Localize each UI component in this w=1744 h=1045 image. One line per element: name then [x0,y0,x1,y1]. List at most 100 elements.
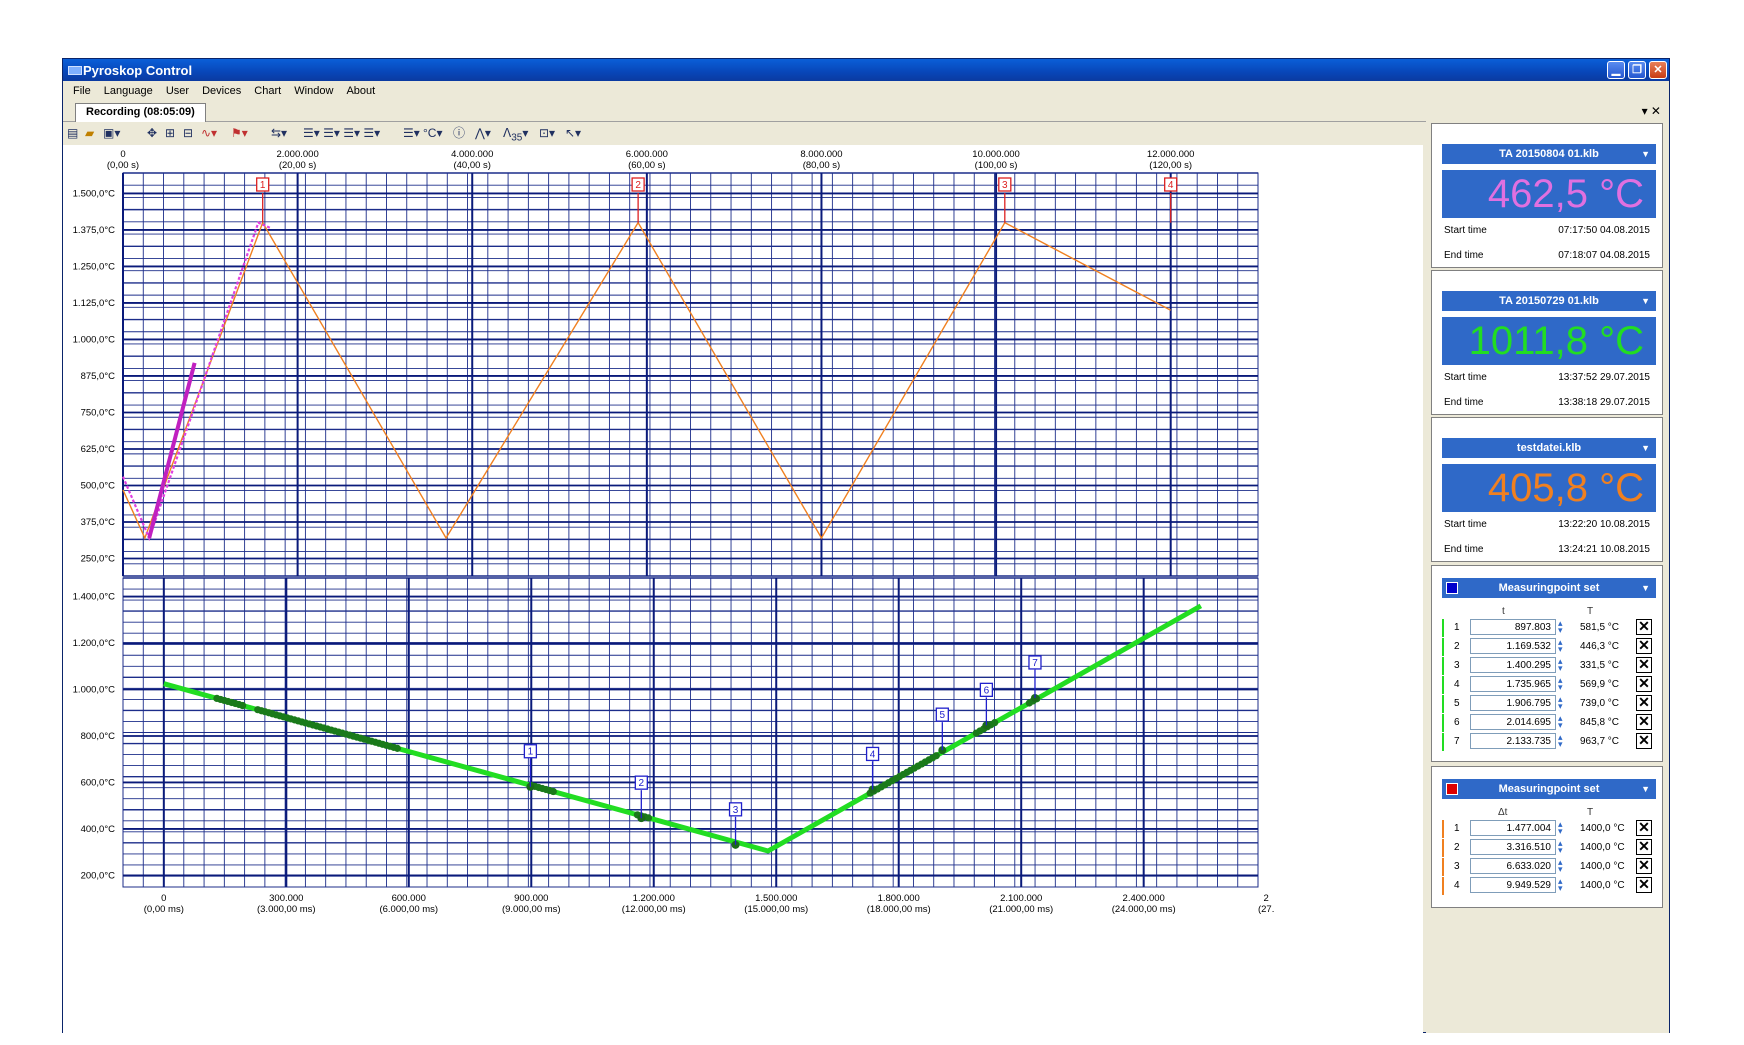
cursor-icon[interactable]: ↖▾ [565,125,581,141]
file-selector-1[interactable]: TA 20150804 01.klb ▼ [1442,144,1656,164]
spinner-icon[interactable]: ▴ ▾ [1558,858,1569,874]
curve-icon[interactable]: ∿▾ [201,125,217,141]
remove-icon[interactable]: ✕ [1636,676,1652,692]
bottom-data-point [644,814,653,822]
move-icon[interactable]: ✥ [147,125,157,141]
time-input[interactable]: 1.477.004 [1470,820,1556,836]
series-color-bar [1442,839,1444,857]
spinner-icon[interactable]: ▴ ▾ [1558,877,1569,893]
menu-about[interactable]: About [346,85,375,97]
mset-1-col-T: T [1587,606,1594,617]
time-input[interactable]: 9.949.529 [1470,877,1556,893]
remove-icon[interactable]: ✕ [1636,733,1652,749]
bottom-y-tick-label: 1.200,0°C [73,638,115,649]
unit-icon[interactable]: °C▾ [423,125,443,141]
export-icon[interactable]: ▣▾ [103,125,120,141]
spinner-icon[interactable]: ▴ ▾ [1558,695,1569,711]
axis-icon[interactable]: ⇆▾ [271,125,287,141]
menu-window[interactable]: Window [294,85,333,97]
row-index: 7 [1454,736,1460,747]
chart-canvas[interactable]: 0(0,00 s)2.000.000(20,00 s)4.000.000(40,… [63,145,1423,1033]
start-label-1: Start time [1444,225,1487,236]
bottom-y-tick-label: 1.000,0°C [73,685,115,696]
zoom-icon[interactable]: ⊞ [165,125,175,141]
spinner-icon[interactable]: ▴ ▾ [1558,657,1569,673]
tab-recording[interactable]: Recording (08:05:09) [75,103,206,122]
info-icon[interactable]: ⓘ [453,125,465,141]
time-input[interactable]: 1.169.532 [1470,638,1556,654]
top-y-tick-label: 500,0°C [81,480,116,491]
restore-button[interactable]: ❐ [1628,61,1646,79]
line-style-2-icon[interactable]: ☰▾ [403,125,420,141]
grid-icon[interactable]: ⊡▾ [539,125,555,141]
time-input[interactable]: 2.133.735 [1470,733,1556,749]
time-input[interactable]: 3.316.510 [1470,839,1556,855]
remove-icon[interactable]: ✕ [1636,858,1652,874]
spinner-icon[interactable]: ▴ ▾ [1558,638,1569,654]
remove-icon[interactable]: ✕ [1636,714,1652,730]
time-input[interactable]: 6.633.020 [1470,858,1556,874]
remove-icon[interactable]: ✕ [1636,638,1652,654]
bottom-x-tick-sublabel: (0,00 ms) [144,904,184,915]
spinner-icon[interactable]: ▴ ▾ [1558,619,1569,635]
mset-row: 3 1.400.295 ▴ ▾ 331,5 °C ✕ [1442,656,1656,676]
top-y-tick-label: 625,0°C [81,444,116,455]
remove-icon[interactable]: ✕ [1636,657,1652,673]
marker-icon[interactable]: ⚑▾ [231,125,248,141]
spinner-icon[interactable]: ▴ ▾ [1558,820,1569,836]
line-style-icon[interactable]: ☰▾ ☰▾ ☰▾ ☰▾ [303,125,380,141]
mset-1-header[interactable]: Measuringpoint set ▼ [1442,578,1656,598]
temperature-display-2: 1011,8 °C [1442,317,1656,365]
mset-2-header[interactable]: Measuringpoint set ▼ [1442,779,1656,799]
time-input[interactable]: 1.400.295 [1470,657,1556,673]
remove-icon[interactable]: ✕ [1636,619,1652,635]
minimize-button[interactable]: ▁ [1607,61,1625,79]
menu-devices[interactable]: Devices [202,85,241,97]
fit-icon[interactable]: ⊟ [183,125,193,141]
spinner-icon[interactable]: ▴ ▾ [1558,733,1569,749]
spinner-icon[interactable]: ▴ ▾ [1558,839,1569,855]
remove-icon[interactable]: ✕ [1636,877,1652,893]
file-selector-3[interactable]: testdatei.klb ▼ [1442,438,1656,458]
bottom-data-point [393,744,401,752]
mset-1-title: Measuringpoint set [1498,582,1600,594]
end-label-3: End time [1444,544,1484,555]
time-input[interactable]: 897.803 [1470,619,1556,635]
menu-chart[interactable]: Chart [254,85,281,97]
top-x-tick-sublabel: (20,00 s) [279,160,317,171]
file-selector-2[interactable]: TA 20150729 01.klb ▼ [1442,291,1656,311]
filter-icon[interactable]: ᐱ35▾ [503,125,528,143]
bottom-marker-label: 7 [1032,658,1038,669]
bottom-y-tick-label: 600,0°C [81,777,116,788]
time-input[interactable]: 1.735.965 [1470,676,1556,692]
bottom-data-point [991,719,999,727]
close-button[interactable]: ✕ [1649,61,1667,79]
series-color-bar [1442,877,1444,895]
tab-controls[interactable]: ▾ ✕ [1642,104,1661,118]
measuringpoint-set-1: Measuringpoint set ▼ t T 1 897.803 ▴ ▾ 581,5 … [1431,565,1663,762]
remove-icon[interactable]: ✕ [1636,695,1652,711]
file-name-3: testdatei.klb [1516,442,1582,454]
temperature-value: 1400,0 °C [1580,842,1625,853]
time-input[interactable]: 1.906.795 [1470,695,1556,711]
peak-icon[interactable]: ⋀▾ [475,125,491,141]
chart-pane[interactable]: 0 (0,00 s) 2.000.000 (20,00 s) 4.000.000 (40,… [63,145,1423,1033]
series-color-bar [1442,657,1444,675]
file-name-1: TA 20150804 01.klb [1499,148,1599,160]
series-color-bar [1442,695,1444,713]
menu-file[interactable]: File [73,85,91,97]
new-icon[interactable]: ▤ [67,125,78,141]
spinner-icon[interactable]: ▴ ▾ [1558,714,1569,730]
menu-language[interactable]: Language [104,85,153,97]
open-icon[interactable]: ▰ [85,125,94,141]
time-input[interactable]: 2.014.695 [1470,714,1556,730]
temperature-value: 446,3 °C [1580,641,1620,652]
top-y-tick-label: 1.125,0°C [73,298,115,309]
end-label-2: End time [1444,397,1484,408]
spinner-icon[interactable]: ▴ ▾ [1558,676,1569,692]
top-x-tick-sublabel: (120,00 s) [1149,160,1192,171]
remove-icon[interactable]: ✕ [1636,839,1652,855]
bottom-x-tick-label: 2 [1264,893,1269,904]
menu-user[interactable]: User [166,85,189,97]
remove-icon[interactable]: ✕ [1636,820,1652,836]
